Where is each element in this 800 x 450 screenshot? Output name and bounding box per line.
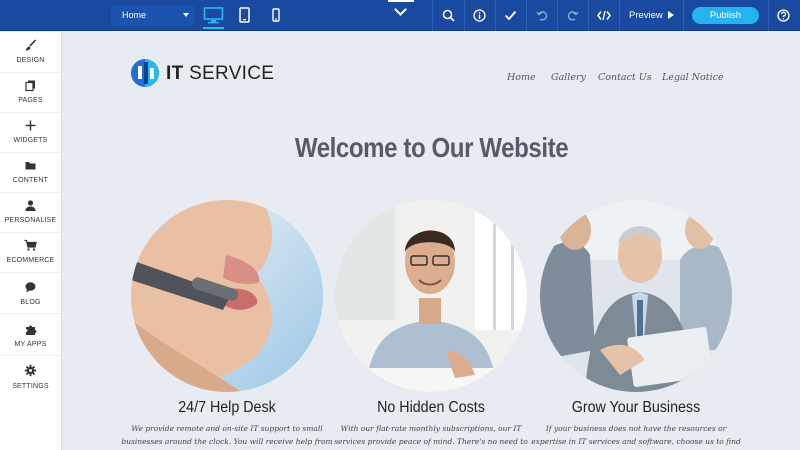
publish-button[interactable]: Publish: [692, 7, 759, 24]
sidebar-item-label: MY APPS: [14, 341, 47, 348]
sidebar-item-label: DESIGN: [16, 57, 45, 64]
sidebar-item-pages[interactable]: PAGES: [0, 72, 61, 113]
sidebar-item-blog[interactable]: BLOG: [0, 272, 61, 314]
sidebar-item-label: PAGES: [18, 97, 43, 104]
sidebar-item-design[interactable]: DESIGN: [0, 32, 61, 73]
sidebar-item-widgets[interactable]: WIDGETS: [0, 112, 61, 153]
page-select-dropdown[interactable]: Home: [111, 5, 194, 26]
nav-link-contact-us[interactable]: Contact Us: [598, 72, 652, 83]
nav-link-gallery[interactable]: Gallery: [551, 72, 586, 83]
tablet-icon: [239, 7, 250, 23]
card-title: Grow Your Business: [571, 399, 701, 416]
logo-text-bold: IT: [166, 63, 184, 84]
desktop-icon: [203, 7, 224, 24]
top-toolbar: Home Preview Publish: [0, 0, 800, 31]
check-button[interactable]: [495, 0, 526, 31]
sidebar-item-settings[interactable]: SETTINGS: [0, 356, 61, 398]
website-builder: Home Preview Publish DESIGN PAGES WIDGET…: [0, 0, 800, 450]
logo-text-rest: SERVICE: [183, 63, 275, 84]
logo-text: IT SERVICE: [166, 63, 274, 85]
info-icon: [473, 9, 486, 22]
no-hidden-costs-photo: [335, 200, 527, 392]
logo-mark-icon: [131, 59, 159, 87]
page-headline: Welcome to Our Website: [294, 132, 569, 163]
tablet-view-button[interactable]: [239, 6, 250, 25]
phone-icon: [272, 8, 280, 22]
nav-link-home[interactable]: Home: [507, 72, 536, 83]
caret-down-icon: [183, 13, 189, 17]
folder-icon: [25, 162, 36, 170]
sidebar-item-label: BLOG: [20, 299, 41, 306]
sidebar-item-label: CONTENT: [12, 177, 49, 184]
puzzle-icon: [26, 325, 37, 335]
toolbar-divider: [683, 0, 684, 31]
cart-icon: [24, 239, 37, 251]
grow-business-photo: [540, 200, 732, 392]
brush-icon: [25, 39, 37, 51]
preview-button[interactable]: Preview: [629, 0, 674, 31]
plus-icon: [25, 120, 36, 131]
undo-icon: [535, 11, 547, 21]
gear-icon: [24, 364, 37, 377]
search-button[interactable]: [433, 0, 464, 31]
sidebar-item-label: WIDGETS: [13, 137, 48, 144]
play-icon: [667, 11, 674, 19]
sidebar-item-label: ECOMMERCE: [6, 257, 55, 264]
redo-button[interactable]: [557, 0, 588, 31]
sidebar-item-content[interactable]: CONTENT: [0, 152, 61, 193]
help-button[interactable]: [768, 0, 799, 31]
redo-icon: [567, 11, 579, 21]
person-icon: [25, 200, 36, 211]
undo-button[interactable]: [526, 0, 557, 31]
code-icon: [596, 10, 611, 21]
card-title: No Hidden Costs: [377, 399, 485, 416]
help-desk-photo: [131, 200, 323, 392]
info-button[interactable]: [464, 0, 495, 31]
chat-bubble-icon: [25, 282, 36, 293]
smiling-man-image: [335, 200, 527, 392]
desktop-view-button[interactable]: [203, 6, 224, 29]
sidebar-item-ecommerce[interactable]: ECOMMERCE: [0, 232, 61, 273]
preview-label: Preview: [629, 10, 663, 21]
help-icon: [777, 9, 790, 22]
check-icon: [504, 10, 517, 21]
builder-sidebar: DESIGN PAGES WIDGETS CONTENT PERSONALISE…: [0, 32, 62, 450]
page-select-value: Home: [122, 10, 147, 20]
sidebar-item-personalise[interactable]: PERSONALISE: [0, 192, 61, 233]
card-text: If your business does not have the resou…: [531, 424, 741, 446]
phone-view-button[interactable]: [272, 6, 280, 25]
collapse-toolbar-toggle[interactable]: [388, 0, 414, 16]
headset-woman-image: [131, 200, 323, 392]
toolbar-divider: [619, 0, 620, 31]
sidebar-item-label: PERSONALISE: [4, 217, 57, 224]
business-meeting-image: [540, 200, 732, 392]
chevron-down-icon: [394, 3, 407, 16]
sidebar-item-label: SETTINGS: [12, 383, 49, 390]
website-canvas: IT SERVICE Home Gallery Contact Us Legal…: [63, 32, 800, 450]
code-view-button[interactable]: [588, 0, 619, 31]
card-text: We provide remote and on-site IT support…: [121, 424, 333, 446]
card-text: With our flat-rate monthly subscriptions…: [334, 424, 528, 446]
sidebar-item-my-apps[interactable]: MY APPS: [0, 314, 61, 356]
pages-icon: [25, 80, 35, 92]
search-icon: [442, 9, 455, 22]
nav-link-legal-notice[interactable]: Legal Notice: [662, 72, 724, 83]
card-title: 24/7 Help Desk: [178, 399, 276, 416]
